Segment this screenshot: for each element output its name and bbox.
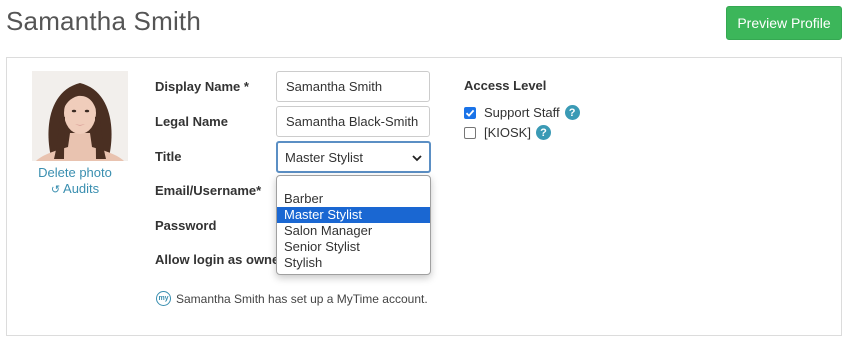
display-name-label: Display Name *	[155, 79, 249, 94]
title-option[interactable]: Salon Manager	[277, 223, 430, 239]
title-label: Title	[155, 149, 182, 164]
delete-photo-link[interactable]: Delete photo	[27, 165, 123, 181]
title-selected-value: Master Stylist	[285, 149, 364, 165]
title-select[interactable]: Master Stylist	[276, 141, 431, 173]
help-icon[interactable]: ?	[564, 105, 580, 120]
audits-link[interactable]: ↺ Audits	[27, 181, 123, 198]
mytime-logo-icon: my	[156, 291, 171, 306]
preview-profile-button[interactable]: Preview Profile	[726, 6, 842, 40]
display-name-field[interactable]: Samantha Smith	[276, 71, 430, 102]
chevron-down-icon	[412, 150, 422, 165]
title-option[interactable]: Barber	[277, 191, 430, 207]
legal-name-label: Legal Name	[155, 114, 228, 129]
title-option[interactable]: Stylish	[277, 255, 430, 271]
access-level-heading: Access Level	[464, 78, 547, 93]
support-staff-checkbox[interactable]	[464, 106, 476, 119]
profile-photo	[32, 71, 128, 161]
support-staff-row: Support Staff ?	[464, 105, 580, 120]
title-option[interactable]: Senior Stylist	[277, 239, 430, 255]
password-label: Password	[155, 218, 217, 233]
mytime-note: my Samantha Smith has set up a MyTime ac…	[156, 291, 428, 306]
legal-name-field[interactable]: Samantha Black-Smith	[276, 106, 430, 137]
support-staff-label: Support Staff	[484, 105, 560, 120]
help-icon[interactable]: ?	[535, 125, 551, 140]
photo-links: Delete photo ↺ Audits	[27, 165, 123, 198]
kiosk-label: [KIOSK]	[484, 125, 531, 140]
kiosk-checkbox[interactable]	[464, 126, 476, 139]
profile-panel: Delete photo ↺ Audits Display Name * Sama…	[6, 57, 842, 336]
audits-label: Audits	[63, 181, 100, 196]
kiosk-row: [KIOSK] ?	[464, 125, 551, 140]
mytime-note-text: Samantha Smith has set up a MyTime accou…	[176, 291, 428, 306]
page-title: Samantha Smith	[6, 6, 202, 36]
history-icon: ↺	[50, 184, 61, 196]
email-label: Email/Username*	[155, 183, 262, 198]
title-dropdown-list: Barber Master Stylist Salon Manager Seni…	[276, 175, 431, 275]
allow-login-label: Allow login as owne	[155, 252, 280, 267]
title-option-selected[interactable]: Master Stylist	[277, 207, 430, 223]
